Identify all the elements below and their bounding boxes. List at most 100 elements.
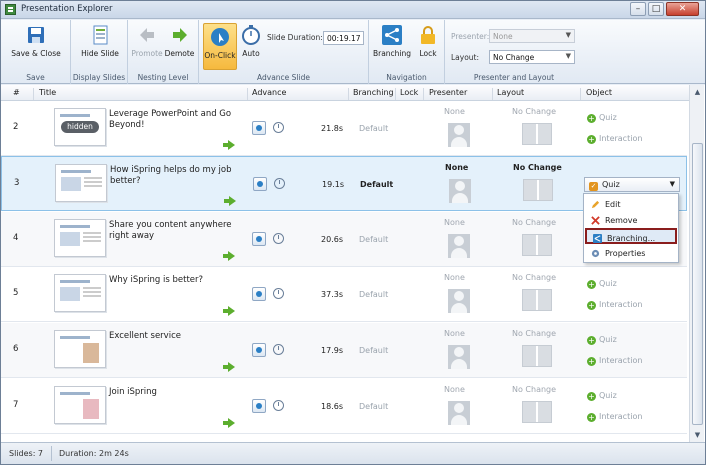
table-row[interactable]: 2 hidden Leverage PowerPoint and Go Beyo… xyxy=(1,101,687,156)
slide-duration-input[interactable]: 00:19.17 xyxy=(323,31,364,45)
demote-button[interactable]: Demote xyxy=(163,24,196,58)
presenter-value[interactable]: None xyxy=(444,273,465,282)
timer-icon[interactable] xyxy=(273,233,284,244)
layout-value[interactable]: No Change xyxy=(512,329,556,338)
save-group-label: Save xyxy=(26,73,45,82)
slide-title[interactable]: Why iSpring is better? xyxy=(109,275,237,286)
promote-button[interactable]: Promote xyxy=(131,24,163,58)
menu-item-branching[interactable]: Branching... xyxy=(585,228,677,244)
layout-value[interactable]: No Change xyxy=(512,273,556,282)
table-row[interactable]: 6 Excellent service 17.9s Default None N… xyxy=(1,323,687,378)
on-click-icon[interactable] xyxy=(252,232,266,246)
layout-value[interactable]: No Change xyxy=(512,385,556,394)
slide-number: 4 xyxy=(13,233,19,243)
scroll-up-icon[interactable]: ▲ xyxy=(691,85,704,99)
menu-item-properties[interactable]: Properties xyxy=(585,245,677,261)
go-arrow-icon[interactable] xyxy=(223,140,235,150)
col-branching[interactable]: Branching xyxy=(353,88,394,97)
on-click-button[interactable]: On-Click xyxy=(203,23,237,70)
layout-value[interactable]: No Change xyxy=(513,163,562,172)
lock-button[interactable]: Lock xyxy=(415,24,441,58)
slide-count: Slides: 7 xyxy=(9,449,44,458)
table-row[interactable]: 7 Join iSpring 18.6s Default None No Cha… xyxy=(1,379,687,434)
menu-item-branching-label: Branching... xyxy=(607,234,656,243)
table-row[interactable]: 5 Why iSpring is better? 37.3s Default N… xyxy=(1,267,687,322)
col-advance[interactable]: Advance xyxy=(252,88,286,97)
layout-value[interactable]: No Change xyxy=(512,218,556,227)
branching-value[interactable]: Default xyxy=(359,124,388,133)
layout-value[interactable]: No Change xyxy=(512,107,556,116)
on-click-icon[interactable] xyxy=(252,399,266,413)
presenter-layout-group: Presenter: None ▼ Layout: No Change ▼ Pres… xyxy=(445,20,583,84)
add-quiz-button[interactable]: + Quiz xyxy=(587,113,617,123)
presenter-value[interactable]: None xyxy=(444,329,465,338)
slide-title[interactable]: Excellent service xyxy=(109,331,237,342)
presenter-value[interactable]: None xyxy=(444,107,465,116)
timer-icon[interactable] xyxy=(274,178,285,189)
branching-button[interactable]: Branching xyxy=(372,24,412,58)
slide-title[interactable]: How iSpring helps do my job better? xyxy=(110,165,238,187)
add-quiz-button[interactable]: + Quiz xyxy=(587,279,617,289)
presenter-avatar-icon xyxy=(448,234,470,258)
col-presenter[interactable]: Presenter xyxy=(429,88,467,97)
close-button[interactable]: ✕ xyxy=(666,2,699,16)
add-interaction-button[interactable]: + Interaction xyxy=(587,412,642,422)
vertical-scrollbar[interactable]: ▲ ▼ xyxy=(689,85,704,442)
presenter-value[interactable]: None xyxy=(444,385,465,394)
chevron-down-icon: ▼ xyxy=(565,52,571,60)
menu-item-edit[interactable]: Edit xyxy=(585,196,677,212)
on-click-icon[interactable] xyxy=(253,177,267,191)
layout-select-value: No Change xyxy=(493,53,535,62)
minimize-button[interactable]: – xyxy=(630,2,646,16)
go-arrow-icon[interactable] xyxy=(224,196,236,206)
presenter-value[interactable]: None xyxy=(444,218,465,227)
timer-icon[interactable] xyxy=(273,344,284,355)
scrollbar-thumb[interactable] xyxy=(692,143,703,425)
scroll-down-icon[interactable]: ▼ xyxy=(691,428,704,442)
layout-select[interactable]: No Change ▼ xyxy=(489,50,575,64)
add-interaction-button[interactable]: + Interaction xyxy=(587,356,642,366)
menu-item-remove[interactable]: Remove xyxy=(585,212,677,228)
branching-value[interactable]: Default xyxy=(359,402,388,411)
layout-icon xyxy=(523,179,553,201)
branching-value[interactable]: Default xyxy=(359,290,388,299)
add-interaction-button[interactable]: + Interaction xyxy=(587,134,642,144)
go-arrow-icon[interactable] xyxy=(223,362,235,372)
auto-button[interactable]: Auto xyxy=(239,24,263,58)
navigation-group-label: Navigation xyxy=(386,73,427,82)
timer-icon[interactable] xyxy=(273,288,284,299)
on-click-icon[interactable] xyxy=(252,343,266,357)
on-click-label: On-Click xyxy=(204,51,236,60)
timer-icon[interactable] xyxy=(273,400,284,411)
on-click-icon[interactable] xyxy=(252,287,266,301)
presenter-select[interactable]: None ▼ xyxy=(489,29,575,43)
go-arrow-icon[interactable] xyxy=(223,251,235,261)
add-quiz-button[interactable]: + Quiz xyxy=(587,391,617,401)
slide-title[interactable]: Share you content anywhere right away xyxy=(109,220,237,242)
add-quiz-button[interactable]: + Quiz xyxy=(587,335,617,345)
slide-title[interactable]: Join iSpring xyxy=(109,387,237,398)
quiz-object-dropdown[interactable]: ✓ Quiz ▼ xyxy=(584,177,680,192)
add-interaction-button[interactable]: + Interaction xyxy=(587,300,642,310)
save-close-button[interactable]: Save & Close xyxy=(7,24,65,58)
col-layout[interactable]: Layout xyxy=(497,88,524,97)
display-slides-group-label: Display Slides xyxy=(72,73,126,82)
col-num[interactable]: # xyxy=(13,88,20,97)
on-click-icon[interactable] xyxy=(252,121,266,135)
window-title: Presentation Explorer xyxy=(21,4,113,14)
timer-icon[interactable] xyxy=(273,122,284,133)
branching-value[interactable]: Default xyxy=(359,235,388,244)
branching-value[interactable]: Default xyxy=(360,180,393,189)
maximize-button[interactable]: □ xyxy=(648,2,664,16)
branching-value[interactable]: Default xyxy=(359,346,388,355)
col-object[interactable]: Object xyxy=(586,88,612,97)
slide-number: 5 xyxy=(13,288,19,298)
go-arrow-icon[interactable] xyxy=(223,306,235,316)
hide-slide-button[interactable]: Hide Slide xyxy=(77,24,123,58)
col-lock[interactable]: Lock xyxy=(400,88,418,97)
presenter-value[interactable]: None xyxy=(445,163,468,172)
branching-icon xyxy=(593,234,602,243)
go-arrow-icon[interactable] xyxy=(223,418,235,428)
slide-title[interactable]: Leverage PowerPoint and Go Beyond! xyxy=(109,109,237,131)
col-title[interactable]: Title xyxy=(39,88,56,97)
